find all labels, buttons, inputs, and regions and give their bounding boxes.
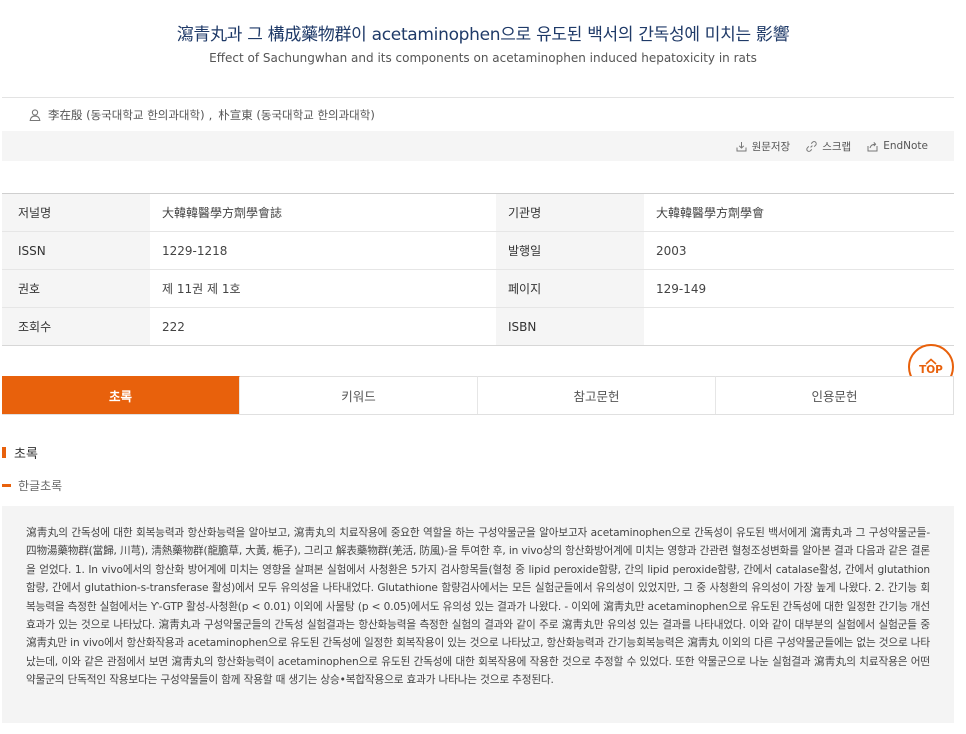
info-value: 2003 xyxy=(656,243,687,258)
table-row: 조회수 222 ISBN xyxy=(2,308,954,346)
info-label: ISSN xyxy=(2,232,150,269)
tab-abstract[interactable]: 초록 xyxy=(2,376,240,414)
info-label: 페이지 xyxy=(496,270,644,307)
export-icon xyxy=(867,141,878,151)
person-icon xyxy=(28,108,42,122)
tab-references[interactable]: 참고문헌 xyxy=(478,376,716,414)
abstract-panel: 瀉靑丸의 간독성에 대한 회복능력과 항산화능력을 알아보고, 瀉靑丸의 치료작… xyxy=(2,506,954,723)
scrap-label: 스크랩 xyxy=(822,140,852,153)
korean-abstract-heading: 한글초록 xyxy=(2,477,62,493)
section-title: 초록 xyxy=(14,446,38,462)
info-value: 大韓韓醫學方劑學會 xyxy=(656,206,765,220)
abstract-text: 瀉靑丸의 간독성에 대한 회복능력과 항산화능력을 알아보고, 瀉靑丸의 치료작… xyxy=(26,527,930,687)
download-label: 원문저장 xyxy=(751,140,791,153)
info-label: ISBN xyxy=(496,308,644,345)
heading-marker xyxy=(2,446,6,458)
scrap-button[interactable]: 스크랩 xyxy=(806,139,851,154)
download-button[interactable]: 원문저장 xyxy=(736,139,791,154)
header-divider xyxy=(2,97,954,98)
article-title-korean: 瀉青丸과 그 構成藥物群이 acetaminophen으로 유도된 백서의 간독… xyxy=(176,25,790,45)
table-row: 권호 제 11권 제 1호 페이지 129-149 xyxy=(2,270,954,308)
subsection-title: 한글초록 xyxy=(18,478,63,493)
tab-citations[interactable]: 인용문헌 xyxy=(716,376,954,414)
download-icon xyxy=(736,141,747,151)
table-row: ISSN 1229-1218 발행일 2003 xyxy=(2,232,954,270)
info-value: 1229-1218 xyxy=(162,243,228,258)
content-tabs: 초록 키워드 참고문헌 인용문헌 xyxy=(2,376,954,415)
author-list: 李在殷 (동국대학교 한의과대학) , 朴宣東 (동국대학교 한의과대학) xyxy=(28,107,375,123)
endnote-label: EndNote xyxy=(883,140,928,152)
info-value: 222 xyxy=(162,319,185,334)
info-label: 저널명 xyxy=(2,194,150,231)
abstract-section-heading: 초록 xyxy=(2,444,38,462)
table-row: 저널명 大韓韓醫學方劑學會誌 기관명 大韓韓醫學方劑學會 xyxy=(2,194,954,232)
article-toolbar: 원문저장 스크랩 EndNote xyxy=(2,131,954,161)
link-icon xyxy=(806,140,817,152)
endnote-button[interactable]: EndNote xyxy=(867,140,928,152)
subheading-marker xyxy=(2,483,11,487)
author-link[interactable]: 朴宣東 (동국대학교 한의과대학) xyxy=(218,107,375,123)
info-label: 권호 xyxy=(2,270,150,307)
author-link[interactable]: 李在殷 (동국대학교 한의과대학) xyxy=(48,107,205,123)
bibliographic-info-table: 저널명 大韓韓醫學方劑學會誌 기관명 大韓韓醫學方劑學會 ISSN 1229-1… xyxy=(2,193,954,346)
article-title-english: Effect of Sachungwhan and its components… xyxy=(209,51,757,65)
info-label: 조회수 xyxy=(2,308,150,345)
info-value: 제 11권 제 1호 xyxy=(162,282,241,296)
author-separator: , xyxy=(208,108,213,122)
top-button-label: TOP xyxy=(919,364,943,376)
info-label: 발행일 xyxy=(496,232,644,269)
tab-keywords[interactable]: 키워드 xyxy=(240,376,478,414)
info-value: 129-149 xyxy=(656,281,707,296)
info-value: 大韓韓醫學方劑學會誌 xyxy=(162,206,283,220)
info-label: 기관명 xyxy=(496,194,644,231)
info-value xyxy=(644,308,954,345)
